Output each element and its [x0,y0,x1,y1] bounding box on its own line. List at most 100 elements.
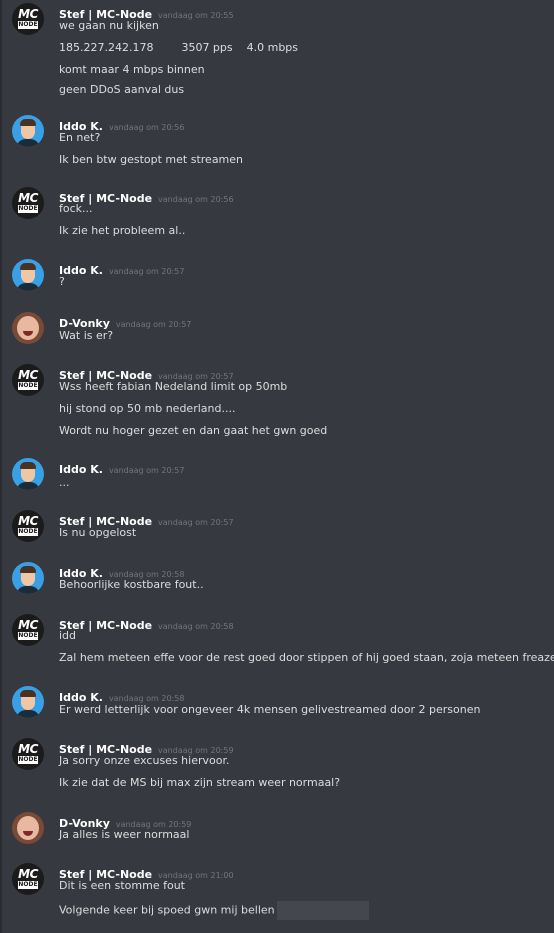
message-text-content: ? [59,275,65,288]
message-text-content: En net? [59,131,101,144]
message-text-content: Er werd letterlijk voor ongeveer 4k mens… [59,703,481,716]
message-text-content: Wordt nu hoger gezet en dan gaat het gwn… [59,424,328,437]
avatar[interactable]: MC NODE [12,187,44,219]
message: Iddo K. vandaag om 20:58 Er werd letterlij… [0,686,554,723]
message-text-content: 185.227.242.178 3507 pps 4.0 mbps [59,41,299,54]
avatar-shirt [16,586,40,594]
message-text: ... [59,476,70,490]
message-header: Iddo K. vandaag om 20:56 [59,115,185,133]
avatar[interactable]: MC NODE [12,738,44,770]
message-text-content: fock... [59,202,93,215]
avatar-shirt [16,283,40,291]
avatar-hair [20,263,36,270]
avatar[interactable] [12,312,44,344]
avatar[interactable] [12,259,44,291]
message: MC NODE Stef | MC-Node vandaag om 20:57 Wss … [0,364,554,444]
message-text: Wat is er? [59,329,113,343]
message-text: komt maar 4 mbps binnen [59,63,205,77]
message-text-content: Ik ben btw gestopt met streamen [59,153,244,166]
message-text: Er werd letterlijk voor ongeveer 4k mens… [59,703,480,717]
message-text-content: Ik zie dat de MS bij max zijn stream wee… [59,776,341,789]
message-header: Stef | MC-Node vandaag om 20:59 [59,738,234,756]
message-header: D-Vonky vandaag om 20:57 [59,312,192,330]
author-name[interactable]: Iddo K. [59,264,103,277]
avatar-logo-subtext: NODE [18,881,38,889]
message-header: Stef | MC-Node vandaag om 20:58 [59,614,234,632]
message-text-content: Wat is er? [59,329,114,342]
message-text-content: Wss heeft fabian Nedeland limit op 50mb [59,380,288,393]
avatar[interactable]: MC NODE [12,364,44,396]
avatar-face [17,316,39,340]
message-text: Behoorlijke kostbare fout.. [59,578,204,592]
avatar[interactable]: MC NODE [12,614,44,646]
avatar-logo-subtext: NODE [18,382,38,390]
author-name[interactable]: Iddo K. [59,463,103,476]
message-text: ? [59,275,65,289]
message-text: Ja sorry onze excuses hiervoor. [59,754,229,768]
message-header: D-Vonky vandaag om 20:59 [59,812,191,830]
avatar-hair [20,119,36,126]
message-timestamp: vandaag om 20:57 [158,518,234,527]
message: MC NODE Stef | MC-Node vandaag om 20:59 Ja s… [0,738,554,796]
message-text: idd [59,629,76,643]
message: MC NODE Stef | MC-Node vandaag om 20:57 Is n… [0,510,554,546]
message-text: we gaan nu kijken [59,19,159,33]
avatar-logo-text: MC [18,867,38,881]
message: Iddo K. vandaag om 20:56 En net? Ik ben btw… [0,115,554,173]
avatar[interactable] [12,458,44,490]
message-text-content: Behoorlijke kostbare fout.. [59,578,204,591]
message-text: Wss heeft fabian Nedeland limit op 50mb [59,380,287,394]
message-text-content: komt maar 4 mbps binnen [59,63,205,76]
message-text-content: Zal hem meteen effe voor de rest goed do… [59,651,554,664]
message-text: 185.227.242.178 3507 pps 4.0 mbps [59,41,298,55]
message-text: Ik zie dat de MS bij max zijn stream wee… [59,776,340,790]
message-text: fock... [59,202,93,216]
avatar-face [17,816,39,840]
avatar[interactable] [12,115,44,147]
avatar-shirt [16,710,40,718]
avatar[interactable] [12,812,44,844]
message: Iddo K. vandaag om 20:58 Behoorlijke kostb… [0,562,554,598]
message-text: hij stond op 50 mb nederland.... [59,402,235,416]
avatar-logo-subtext: NODE [18,205,38,213]
avatar-hair [20,566,36,573]
message: D-Vonky vandaag om 20:57 Wat is er? [0,312,554,349]
avatar-shirt [16,139,40,147]
message-timestamp: vandaag om 20:57 [108,466,185,475]
avatar-logo-text: MC [18,514,38,528]
message-text: Ja alles is weer normaal [59,828,189,842]
avatar[interactable]: MC NODE [12,510,44,542]
message-text: Is nu opgelost [59,526,136,540]
message-timestamp: vandaag om 20:58 [158,622,234,631]
message-timestamp: vandaag om 20:58 [108,694,185,703]
message-header: Stef | MC-Node vandaag om 20:57 [59,510,234,528]
avatar-logo-text: MC [18,191,38,205]
avatar[interactable]: MC NODE [12,3,44,35]
redacted-block [276,901,369,920]
avatar[interactable] [12,686,44,718]
message-header: Iddo K. vandaag om 20:58 [59,686,185,704]
message: Iddo K. vandaag om 20:57? [0,259,554,295]
message-timestamp: vandaag om 20:57 [108,267,185,276]
avatar-hair [20,690,36,697]
avatar-logo-subtext: NODE [18,632,38,640]
message: D-Vonky vandaag om 20:59 Ja alles is weer … [0,812,554,848]
message: MC NODE Stef | MC-Node vandaag om 20:56 fock… [0,187,554,244]
avatar[interactable]: MC NODE [12,863,44,895]
avatar-logo-text: MC [18,742,38,756]
message-timestamp: vandaag om 20:56 [158,195,234,204]
avatar-logo-subtext: NODE [18,528,38,536]
message-timestamp: vandaag om 20:57 [115,320,192,329]
message-text-content: Is nu opgelost [59,526,137,539]
message-text-content: geen DDoS aanval dus [59,83,185,96]
message-text-content: we gaan nu kijken [59,19,159,32]
message-text-content: hij stond op 50 mb nederland.... [59,402,236,415]
avatar-hair [20,462,36,469]
message-timestamp: vandaag om 20:56 [108,123,185,132]
message-text: Volgende keer bij spoed gwn mij bellen [59,901,369,920]
message-text-content: Ik zie het probleem al.. [59,224,186,237]
message-text: Wordt nu hoger gezet en dan gaat het gwn… [59,424,327,438]
message-text-content: Ja sorry onze excuses hiervoor. [59,754,230,767]
avatar[interactable] [12,562,44,594]
message-text: Dit is een stomme fout [59,879,185,893]
